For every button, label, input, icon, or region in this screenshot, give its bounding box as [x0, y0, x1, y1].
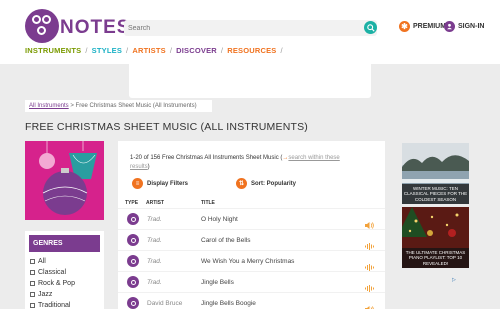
- genre-item-all[interactable]: All: [30, 256, 104, 267]
- table-row[interactable]: Trad. O Holy Night: [118, 208, 385, 229]
- sheet-music-icon: [127, 297, 139, 309]
- premium-label: PREMIUM: [413, 23, 447, 30]
- speaker-icon[interactable]: [365, 300, 374, 309]
- user-icon: [444, 21, 455, 32]
- nav-separator: /: [126, 46, 129, 55]
- row-title[interactable]: Jingle Bells Boogie: [201, 300, 256, 307]
- row-title[interactable]: We Wish You a Merry Christmas: [201, 258, 294, 265]
- row-artist[interactable]: Trad.: [147, 216, 162, 223]
- nav-separator: /: [169, 46, 173, 55]
- search-button[interactable]: [364, 21, 377, 34]
- display-filters-button[interactable]: ≡ Display Filters: [132, 178, 188, 189]
- breadcrumb: All Instruments > Free Christmas Sheet M…: [25, 100, 212, 112]
- breadcrumb-current: Free Christmas Sheet Music (All Instrume…: [75, 103, 197, 109]
- row-artist[interactable]: Trad.: [147, 279, 162, 286]
- nav-separator: /: [220, 46, 224, 55]
- table-row[interactable]: Trad. We Wish You a Merry Christmas: [118, 250, 385, 271]
- breadcrumb-separator: >: [70, 103, 74, 109]
- premium-link[interactable]: ✱ PREMIUM: [399, 21, 446, 32]
- column-header-title[interactable]: TITLE: [201, 200, 215, 206]
- ad-banner: [129, 60, 371, 98]
- sheet-music-icon: [127, 255, 139, 267]
- nav-separator: /: [85, 46, 88, 55]
- sheet-music-icon: [127, 213, 139, 225]
- sheet-music-icon: [127, 234, 139, 246]
- row-title[interactable]: Jingle Bells: [201, 279, 234, 286]
- search-input[interactable]: [124, 20, 377, 36]
- row-artist[interactable]: David Bruce: [147, 300, 182, 307]
- genre-item-rock-pop[interactable]: Rock & Pop: [30, 278, 104, 289]
- ad-choices-icon[interactable]: ▷: [452, 277, 458, 283]
- main-nav: INSTRUMENTS / STYLES / ARTISTS / DISCOVE…: [25, 46, 283, 55]
- nav-item-artists[interactable]: ARTISTS: [132, 46, 165, 55]
- genre-item-jazz[interactable]: Jazz: [30, 289, 104, 300]
- row-title[interactable]: O Holy Night: [201, 216, 238, 223]
- genre-item-classical[interactable]: Classical: [30, 267, 104, 278]
- brand-name[interactable]: NOTES: [60, 17, 130, 39]
- nav-item-discover[interactable]: DISCOVER: [176, 46, 217, 55]
- genres-header: GENRES: [29, 235, 100, 252]
- promo-caption: THE ULTIMATE CHRISTMAS PIANO PLAYLIST: T…: [402, 247, 469, 268]
- row-artist[interactable]: Trad.: [147, 258, 162, 265]
- row-artist[interactable]: Trad.: [147, 237, 162, 244]
- header: NOTES ✱ PREMIUM SIGN-IN INSTRUMENTS / ST…: [0, 0, 500, 64]
- sort-button[interactable]: ⇅ Sort: Popularity: [236, 178, 296, 189]
- nav-item-styles[interactable]: STYLES: [92, 46, 122, 55]
- checkbox-icon[interactable]: [30, 303, 35, 308]
- column-header-type[interactable]: TYPE: [125, 200, 138, 206]
- page-title: FREE CHRISTMAS SHEET MUSIC (ALL INSTRUME…: [25, 121, 308, 133]
- checkbox-icon[interactable]: [30, 270, 35, 275]
- checkbox-icon[interactable]: [30, 259, 35, 264]
- table-row[interactable]: Trad. Jingle Bells: [118, 271, 385, 292]
- logo-icon[interactable]: [25, 9, 59, 43]
- nav-separator: /: [280, 46, 283, 55]
- results-panel: 1-20 of 156 Free Christmas All Instrumen…: [118, 141, 385, 309]
- checkbox-icon[interactable]: [30, 292, 35, 297]
- results-summary: 1-20 of 156 Free Christmas All Instrumen…: [130, 155, 340, 170]
- search-icon: [366, 23, 375, 32]
- breadcrumb-link-all-instruments[interactable]: All Instruments: [29, 103, 69, 109]
- column-header-artist[interactable]: ARTIST: [146, 200, 164, 206]
- signin-link[interactable]: SIGN-IN: [444, 21, 484, 32]
- nav-item-instruments[interactable]: INSTRUMENTS: [25, 46, 81, 55]
- genre-item-traditional[interactable]: Traditional: [30, 300, 104, 309]
- filter-icon: ≡: [132, 178, 143, 189]
- checkbox-icon[interactable]: [30, 281, 35, 286]
- genres-panel: GENRES All Classical Rock & Pop Jazz Tra…: [25, 231, 104, 309]
- promo-card-winter-music[interactable]: WINTER MUSIC: TEN CLASSICAL PIECES FOR T…: [402, 143, 469, 204]
- promo-card-christmas-piano[interactable]: THE ULTIMATE CHRISTMAS PIANO PLAYLIST: T…: [402, 207, 469, 268]
- sheet-music-icon: [127, 276, 139, 288]
- star-icon: ✱: [399, 21, 410, 32]
- row-title[interactable]: Carol of the Bells: [201, 237, 251, 244]
- promo-caption: WINTER MUSIC: TEN CLASSICAL PIECES FOR T…: [402, 183, 469, 204]
- nav-item-resources[interactable]: RESOURCES: [227, 46, 276, 55]
- sort-icon: ⇅: [236, 178, 247, 189]
- table-row[interactable]: David Bruce Jingle Bells Boogie: [118, 292, 385, 309]
- hero-image: [25, 141, 104, 220]
- signin-label: SIGN-IN: [458, 23, 485, 30]
- table-row[interactable]: Trad. Carol of the Bells: [118, 229, 385, 250]
